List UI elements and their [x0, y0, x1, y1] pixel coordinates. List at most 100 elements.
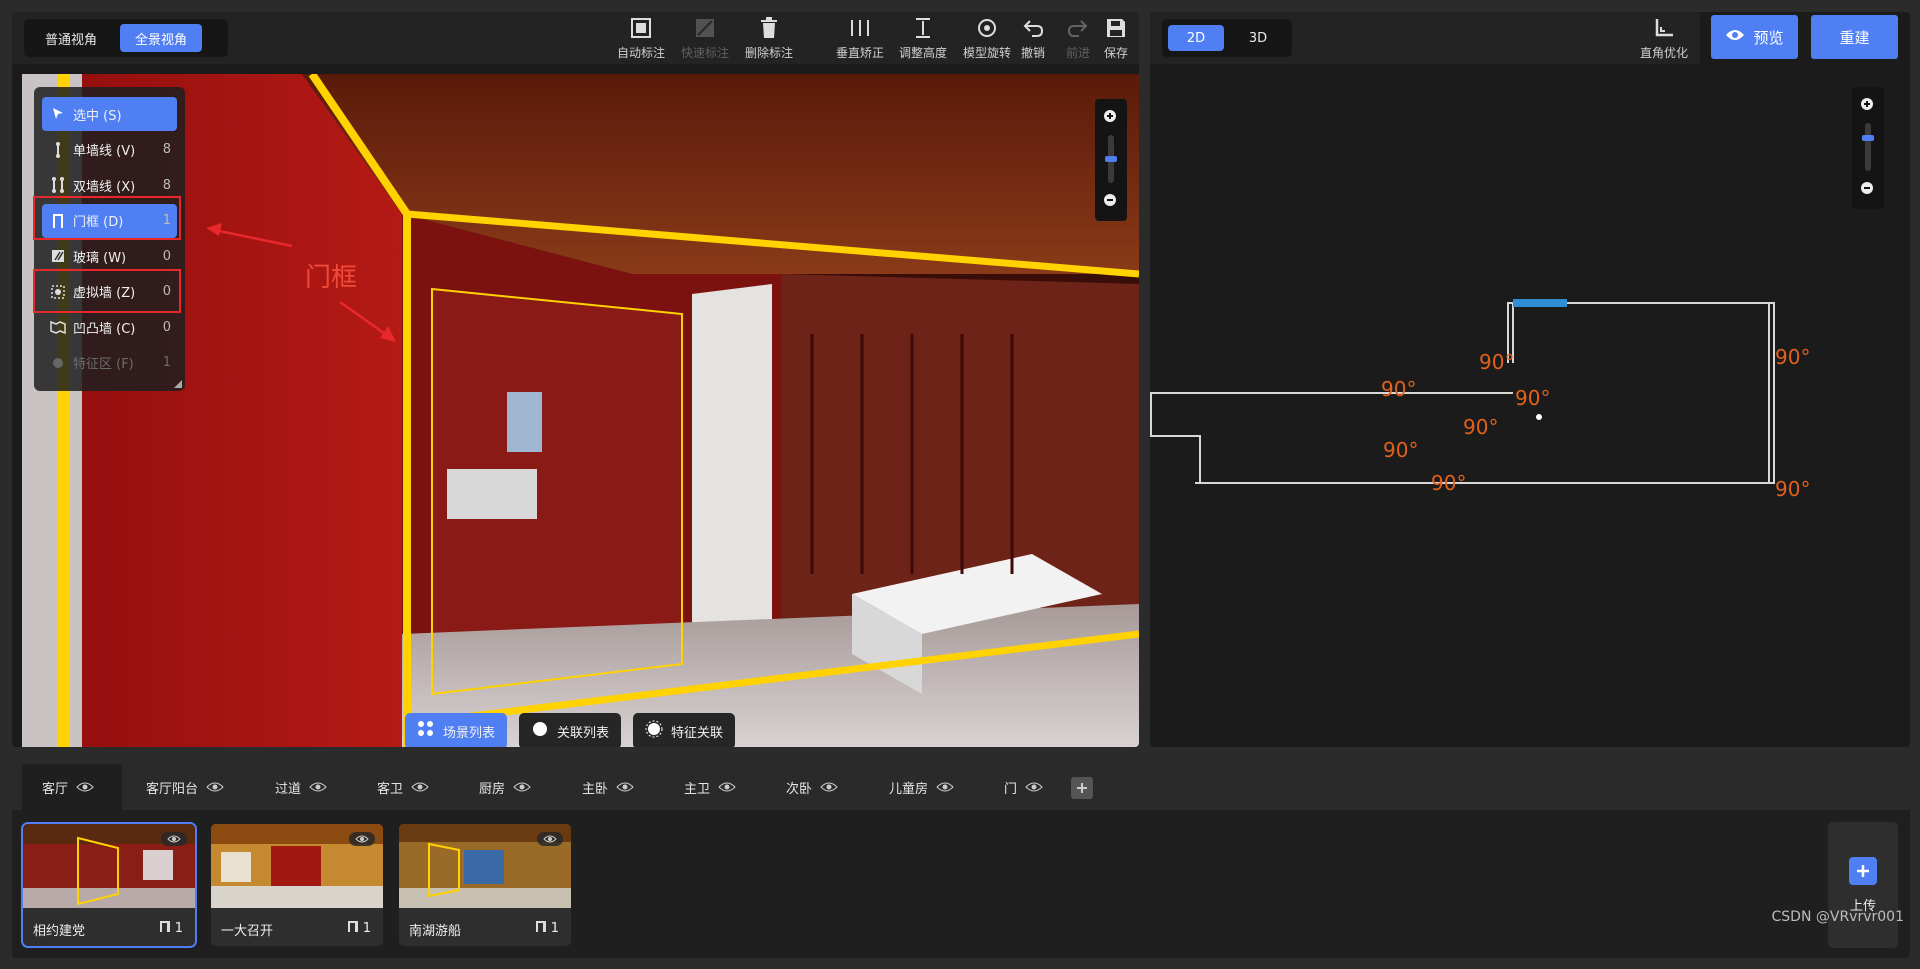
tool-bump-wall[interactable]: 凹凸墙 (C) 0: [42, 310, 177, 344]
save-button[interactable]: 保存: [1094, 15, 1138, 63]
panorama-image: [22, 74, 1139, 747]
save-icon: [1104, 15, 1128, 41]
auto-mark-icon: [629, 15, 653, 41]
angle-label: 90°: [1775, 477, 1810, 501]
angle-label: 90°: [1775, 345, 1810, 369]
tab-room[interactable]: 主卫: [664, 764, 754, 810]
angle-label: 90°: [1381, 377, 1416, 401]
tab-room[interactable]: 过道: [255, 764, 345, 810]
scene-card[interactable]: 南湖游船 1: [399, 824, 571, 946]
tool-select[interactable]: 选中 (S): [42, 97, 177, 131]
eye-icon[interactable]: [513, 782, 531, 792]
tab-room[interactable]: 客厅: [22, 764, 122, 810]
undo-icon: [1021, 15, 1045, 41]
tab-room[interactable]: 客卫: [357, 764, 447, 810]
adjust-height-button[interactable]: 调整高度: [893, 15, 953, 63]
upload-button[interactable]: 上传: [1828, 822, 1898, 948]
eye-icon[interactable]: [76, 782, 94, 792]
zoom-slider[interactable]: [1105, 135, 1117, 183]
floorplan-outline: [1150, 302, 1775, 484]
auto-mark-button[interactable]: 自动标注: [611, 15, 671, 63]
zoom-slider-thumb[interactable]: [1105, 156, 1117, 162]
normal-view-button[interactable]: 普通视角: [30, 24, 112, 52]
eye-icon[interactable]: [820, 782, 838, 792]
scene-card[interactable]: 相约建党 1: [21, 822, 197, 948]
tool-single-wall[interactable]: 单墙线 (V) 8: [42, 133, 177, 167]
scene-thumbnail: [211, 824, 383, 908]
scene-thumbnail: [23, 824, 195, 908]
panorama-viewport[interactable]: 门框 场景列表 关联列表 特征关联: [22, 74, 1139, 747]
glass-icon: [50, 248, 66, 264]
tool-feature-area[interactable]: 特征区 (F) 1: [42, 346, 177, 380]
adjust-height-icon: [911, 15, 935, 41]
trash-icon: [757, 15, 781, 41]
resize-handle-icon[interactable]: [174, 380, 182, 388]
eye-icon[interactable]: [936, 782, 954, 792]
door-frame-icon: [347, 920, 359, 937]
zoom-out-icon[interactable]: [1101, 191, 1121, 211]
eye-icon[interactable]: [349, 832, 375, 846]
delete-mark-button[interactable]: 删除标注: [739, 15, 799, 63]
scene-card[interactable]: 一大召开 1: [211, 824, 383, 946]
door-frame-highlight-box: [33, 196, 181, 240]
room-tabs: 客厅 客厅阳台 过道 客卫 厨房 主卧 主卫 次卧 儿童房 门: [12, 758, 1910, 810]
virtual-wall-highlight-box: [33, 269, 181, 313]
tab-room[interactable]: 次卧: [766, 764, 856, 810]
tool-glass[interactable]: 玻璃 (W) 0: [42, 239, 177, 273]
eye-icon[interactable]: [616, 782, 634, 792]
tab-room[interactable]: 主卧: [562, 764, 652, 810]
panorama-toolbar: 普通视角 全景视角 自动标注 快速标注 删除标注 垂直矫正 调整高度 模型旋转: [12, 12, 1139, 64]
angle-label: 90°: [1479, 350, 1514, 374]
link-list-button[interactable]: 关联列表: [519, 713, 622, 747]
feature-link-button[interactable]: 特征关联: [633, 713, 736, 747]
view-mode-toggle: 普通视角 全景视角: [24, 19, 228, 57]
tab-room[interactable]: 门: [984, 764, 1054, 810]
rotate-model-button[interactable]: 模型旋转: [957, 15, 1017, 63]
bump-wall-icon: [50, 319, 66, 335]
scene-manager: 客厅 客厅阳台 过道 客卫 厨房 主卧 主卫 次卧 儿童房 门 相约建党 1 一…: [12, 758, 1910, 958]
angle-label: 90°: [1383, 438, 1418, 462]
tab-room[interactable]: 儿童房: [869, 764, 969, 810]
floorplan-canvas[interactable]: 90° 90° 90° 90° 90° 90° 90° 90°: [1150, 12, 1910, 747]
door-frame-icon: [159, 920, 171, 937]
eye-icon[interactable]: [411, 782, 429, 792]
angle-label: 90°: [1515, 386, 1550, 410]
plus-icon: [1849, 856, 1877, 885]
eye-icon[interactable]: [161, 832, 187, 846]
vertical-correct-button[interactable]: 垂直矫正: [830, 15, 890, 63]
tab-room[interactable]: 厨房: [459, 764, 549, 810]
eye-icon[interactable]: [1025, 782, 1043, 792]
watermark: CSDN @VRvrvr001: [1771, 909, 1904, 925]
feature-link-icon: [645, 720, 663, 742]
angle-label: 90°: [1463, 415, 1498, 439]
add-tab-button[interactable]: [1071, 777, 1093, 799]
link-list-icon: [531, 720, 549, 742]
pano-bottom-buttons: 场景列表 关联列表 特征关联: [405, 713, 736, 747]
eye-icon[interactable]: [718, 782, 736, 792]
quick-mark-button[interactable]: 快速标注: [675, 15, 735, 63]
cursor-icon: [50, 106, 66, 122]
pano-zoom-control: [1095, 99, 1127, 221]
undo-button[interactable]: 撤销: [1011, 15, 1055, 63]
zoom-in-icon[interactable]: [1101, 107, 1121, 127]
double-wall-icon: [50, 177, 66, 193]
camera-position-dot: [1536, 414, 1542, 420]
door-frame-icon: [535, 920, 547, 937]
panorama-view-button[interactable]: 全景视角: [120, 24, 203, 52]
redo-icon: [1066, 15, 1090, 41]
vertical-correct-icon: [848, 15, 872, 41]
eye-icon[interactable]: [309, 782, 327, 792]
eye-icon[interactable]: [537, 832, 563, 846]
angle-label: 90°: [1431, 471, 1466, 495]
quick-mark-icon: [693, 15, 717, 41]
scene-list-button[interactable]: 场景列表: [405, 713, 508, 747]
floorplan-panel: 2D 3D 直角优化 预览 重建 90° 90° 90° 90° 90° 90°: [1150, 12, 1910, 747]
panorama-panel: 普通视角 全景视角 自动标注 快速标注 删除标注 垂直矫正 调整高度 模型旋转: [12, 12, 1139, 747]
single-wall-icon: [50, 141, 66, 158]
scene-thumbnail: [399, 824, 571, 908]
rotate-icon: [975, 15, 999, 41]
eye-icon[interactable]: [206, 782, 224, 792]
annotation-arrows: [206, 223, 396, 342]
tab-room[interactable]: 客厅阳台: [126, 764, 226, 810]
scene-list-icon: [417, 720, 435, 742]
